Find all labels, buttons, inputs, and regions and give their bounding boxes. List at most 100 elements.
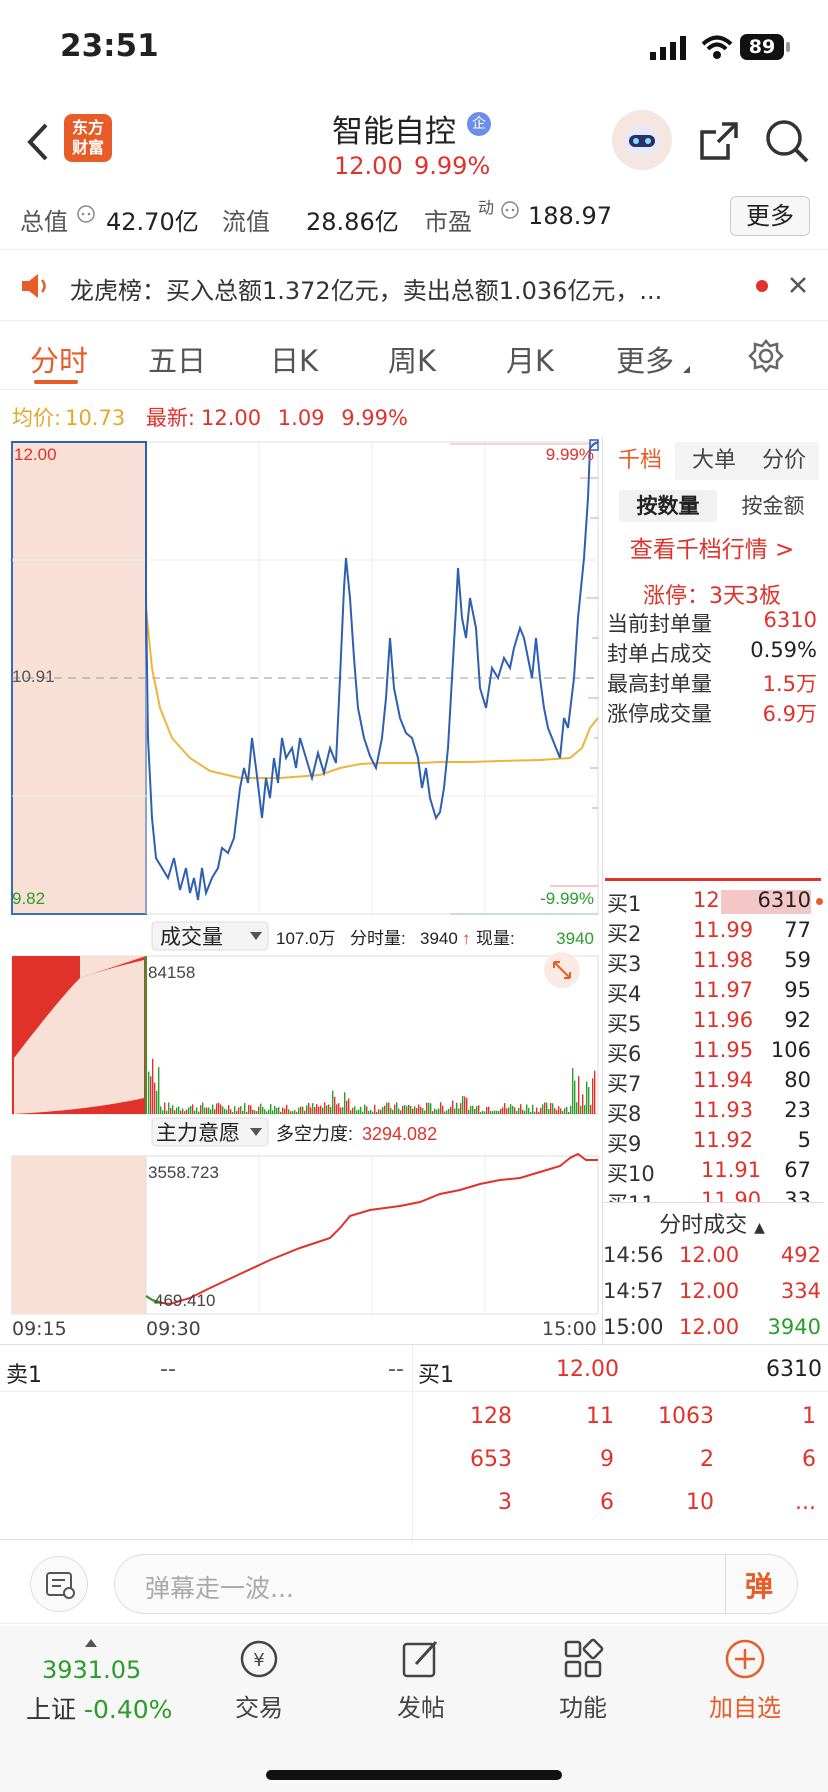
- bid-row[interactable]: 买2 11.99 77: [605, 918, 825, 948]
- volume-bar: [392, 1109, 394, 1114]
- tab-level-book[interactable]: 千档: [605, 442, 675, 480]
- volume-bar: [170, 1107, 172, 1114]
- volume-bar: [504, 1103, 506, 1114]
- ai-assistant-avatar[interactable]: [612, 110, 672, 170]
- bid-row[interactable]: 买9 11.92 5: [605, 1128, 825, 1158]
- trade-button[interactable]: ¥ 交易: [194, 1638, 324, 1723]
- index-name: 上证: [26, 1695, 77, 1724]
- volume-bar: [292, 1111, 294, 1114]
- volume-bar: [150, 1076, 152, 1114]
- danmaku-input[interactable]: 弹幕走一波... 弹: [114, 1554, 798, 1614]
- functions-label: 功能: [559, 1694, 607, 1722]
- volume-bar: [400, 1110, 402, 1114]
- volume-bar: [282, 1107, 284, 1114]
- tab-monthly-k[interactable]: 月K: [506, 338, 554, 380]
- price-axis-top: 12.00: [14, 445, 57, 464]
- bid-row[interactable]: 买5 11.96 92: [605, 1008, 825, 1038]
- bid-row[interactable]: 买7 11.94 80: [605, 1068, 825, 1098]
- trade-vol: 3940: [767, 1315, 821, 1339]
- volume-bar: [412, 1108, 414, 1114]
- volume-bar: [496, 1110, 498, 1114]
- volume-bar: [448, 1108, 450, 1114]
- enterprise-badge: 企: [467, 112, 491, 136]
- volume-bar: [426, 1102, 428, 1114]
- notice-bar[interactable]: 龙虎榜：买入总额1.372亿元，卖出总额1.036亿元，...: [0, 251, 828, 321]
- share-icon[interactable]: [698, 120, 740, 162]
- bid-row[interactable]: 买8 11.93 23: [605, 1098, 825, 1128]
- stat-value: 1.5万: [762, 672, 817, 696]
- volume-bar: [308, 1102, 310, 1114]
- add-watchlist-button[interactable]: 加自选: [680, 1638, 810, 1723]
- volume-bar: [310, 1107, 312, 1114]
- more-stats-button[interactable]: 更多: [730, 196, 810, 236]
- trades-title[interactable]: 分时成交 ▲: [603, 1207, 821, 1239]
- bid-row[interactable]: 买6 11.95 106: [605, 1038, 825, 1068]
- tab-intraday[interactable]: 分时: [30, 338, 88, 380]
- volume-bar: [182, 1108, 184, 1114]
- post-button[interactable]: 发帖: [356, 1638, 486, 1723]
- bid-volume: 5: [797, 1128, 811, 1152]
- volume-bar: [576, 1102, 578, 1114]
- volume-bar: [274, 1105, 276, 1114]
- tab-big-orders[interactable]: 大单: [679, 442, 749, 480]
- back-icon[interactable]: [26, 122, 50, 162]
- trade-vol: 334: [780, 1279, 821, 1303]
- tab-indicator: [34, 380, 78, 384]
- latest-change: 1.09: [277, 406, 325, 430]
- volume-bar: [216, 1103, 218, 1114]
- volume-bar: [320, 1105, 322, 1114]
- tab-price-dist[interactable]: 分价: [749, 442, 819, 480]
- bid-row[interactable]: 买3 11.98 59: [605, 948, 825, 978]
- bid-price: 11.99: [693, 918, 754, 942]
- tick-volume-label: 分时量:: [350, 929, 406, 948]
- bid-volume: 6310: [757, 888, 811, 912]
- volume-bar: [228, 1105, 230, 1114]
- volume-bar: [402, 1105, 404, 1114]
- volume-bar: [280, 1111, 282, 1114]
- volume-bar: [336, 1104, 338, 1114]
- volume-bar: [386, 1102, 388, 1114]
- settings-gear-icon[interactable]: [748, 338, 784, 374]
- eye-icon[interactable]: [76, 204, 96, 224]
- tab-weekly-k[interactable]: 周K: [388, 338, 436, 380]
- functions-button[interactable]: 功能: [518, 1638, 648, 1723]
- pe-eye-icon[interactable]: [500, 200, 520, 220]
- by-amount-button[interactable]: 按金额: [727, 490, 819, 522]
- tab-more[interactable]: 更多: [616, 338, 674, 380]
- send-danmaku-button[interactable]: 弹: [745, 1565, 773, 1605]
- volume-bar: [260, 1103, 262, 1114]
- app-logo[interactable]: 东方 财富: [64, 114, 112, 162]
- volume-bar: [370, 1109, 372, 1114]
- logo-line1: 东方: [71, 118, 104, 137]
- volume-bar: [318, 1106, 320, 1114]
- volume-bar: [256, 1111, 258, 1114]
- caret-up-icon: [85, 1639, 97, 1647]
- volume-bar: [348, 1098, 350, 1114]
- volume-bar: [588, 1087, 590, 1114]
- view-level-link[interactable]: 查看千档行情 >: [603, 530, 821, 564]
- volume-bar: [422, 1108, 424, 1114]
- by-quantity-button[interactable]: 按数量: [619, 490, 717, 522]
- bid-row[interactable]: 买112.006310: [605, 888, 825, 918]
- volume-bar: [178, 1106, 180, 1114]
- bid-dot: [816, 898, 823, 905]
- bid-row[interactable]: 买10 11.91 67: [605, 1158, 825, 1188]
- bid-level: 买5: [607, 1012, 642, 1036]
- volume-bar: [380, 1109, 382, 1114]
- bid-row[interactable]: 买4 11.97 95: [605, 978, 825, 1008]
- time-axis-open: 09:30: [146, 1318, 201, 1340]
- tab-daily-k[interactable]: 日K: [270, 338, 318, 380]
- bid-level: 买4: [607, 982, 642, 1006]
- volume-bar: [500, 1108, 502, 1114]
- volume-bar: [284, 1108, 286, 1114]
- search-icon[interactable]: [764, 118, 810, 164]
- index-ticker[interactable]: 3931.05 上证 -0.40%: [18, 1634, 178, 1734]
- volume-bar: [390, 1107, 392, 1114]
- pe-label: 市盈: [424, 208, 472, 236]
- bid-volume: 95: [784, 978, 811, 1002]
- close-icon[interactable]: [788, 275, 808, 295]
- danmaku-toggle[interactable]: [30, 1556, 88, 1612]
- tab-five-day[interactable]: 五日: [148, 338, 206, 380]
- bid-price: 11.98: [693, 948, 754, 972]
- intraday-chart-area[interactable]: 12.00 10.91 9.82 9.99% -9.99% 成交量 107.0万…: [0, 438, 600, 1318]
